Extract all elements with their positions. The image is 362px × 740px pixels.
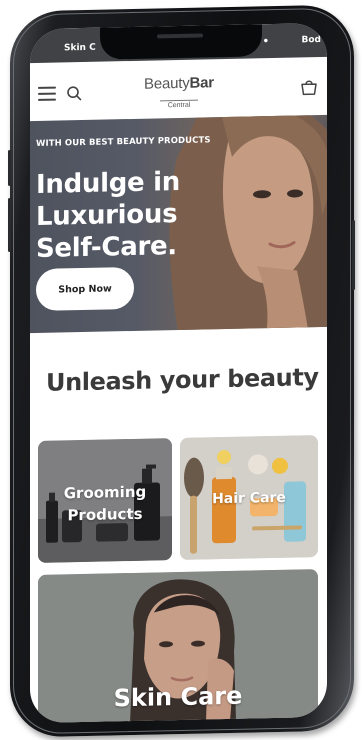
status-bar-left-text: Skin C	[64, 42, 96, 54]
hero-banner: WITH OUR BEST BEAUTY PRODUCTS Indulge in…	[30, 114, 327, 334]
brand-logo[interactable]: BeautyBar Central	[134, 74, 224, 112]
status-bar-right-text: Bod	[301, 35, 322, 46]
phone-screen: Skin C • Bod BeautyBar Central WITH OUR …	[30, 22, 327, 724]
category-label: Grooming Products	[63, 482, 147, 525]
menu-icon[interactable]	[38, 86, 56, 101]
category-card-skin-care[interactable]: Skin Care	[38, 569, 318, 724]
logo-subtitle: Central	[159, 99, 199, 110]
category-label: Skin Care	[113, 681, 243, 713]
site-header: BeautyBar Central	[30, 64, 327, 122]
search-icon[interactable]	[66, 85, 82, 101]
category-label: Hair Care	[212, 489, 286, 508]
notch-speaker	[157, 33, 203, 39]
status-bar: Skin C • Bod	[30, 22, 327, 64]
category-card-hair-care[interactable]: Hair Care	[180, 435, 318, 560]
hero-title: Indulge in Luxurious Self-Care.	[36, 163, 326, 265]
phone-side-button	[8, 198, 11, 252]
hero-title-line: Indulge in Luxurious	[36, 166, 180, 232]
category-card-grooming[interactable]: Grooming Products	[38, 438, 172, 563]
phone-side-button	[352, 220, 355, 290]
status-indicator-dot: •	[262, 36, 269, 48]
cart-icon[interactable]	[299, 77, 319, 97]
shop-now-button[interactable]: Shop Now	[36, 266, 134, 311]
hero-title-line: Self-Care.	[36, 231, 177, 264]
phone-notch	[100, 24, 262, 60]
section-title: Unleash your beauty	[46, 363, 319, 397]
logo-wordmark: BeautyBar	[144, 74, 214, 93]
phone-side-button	[8, 150, 11, 186]
